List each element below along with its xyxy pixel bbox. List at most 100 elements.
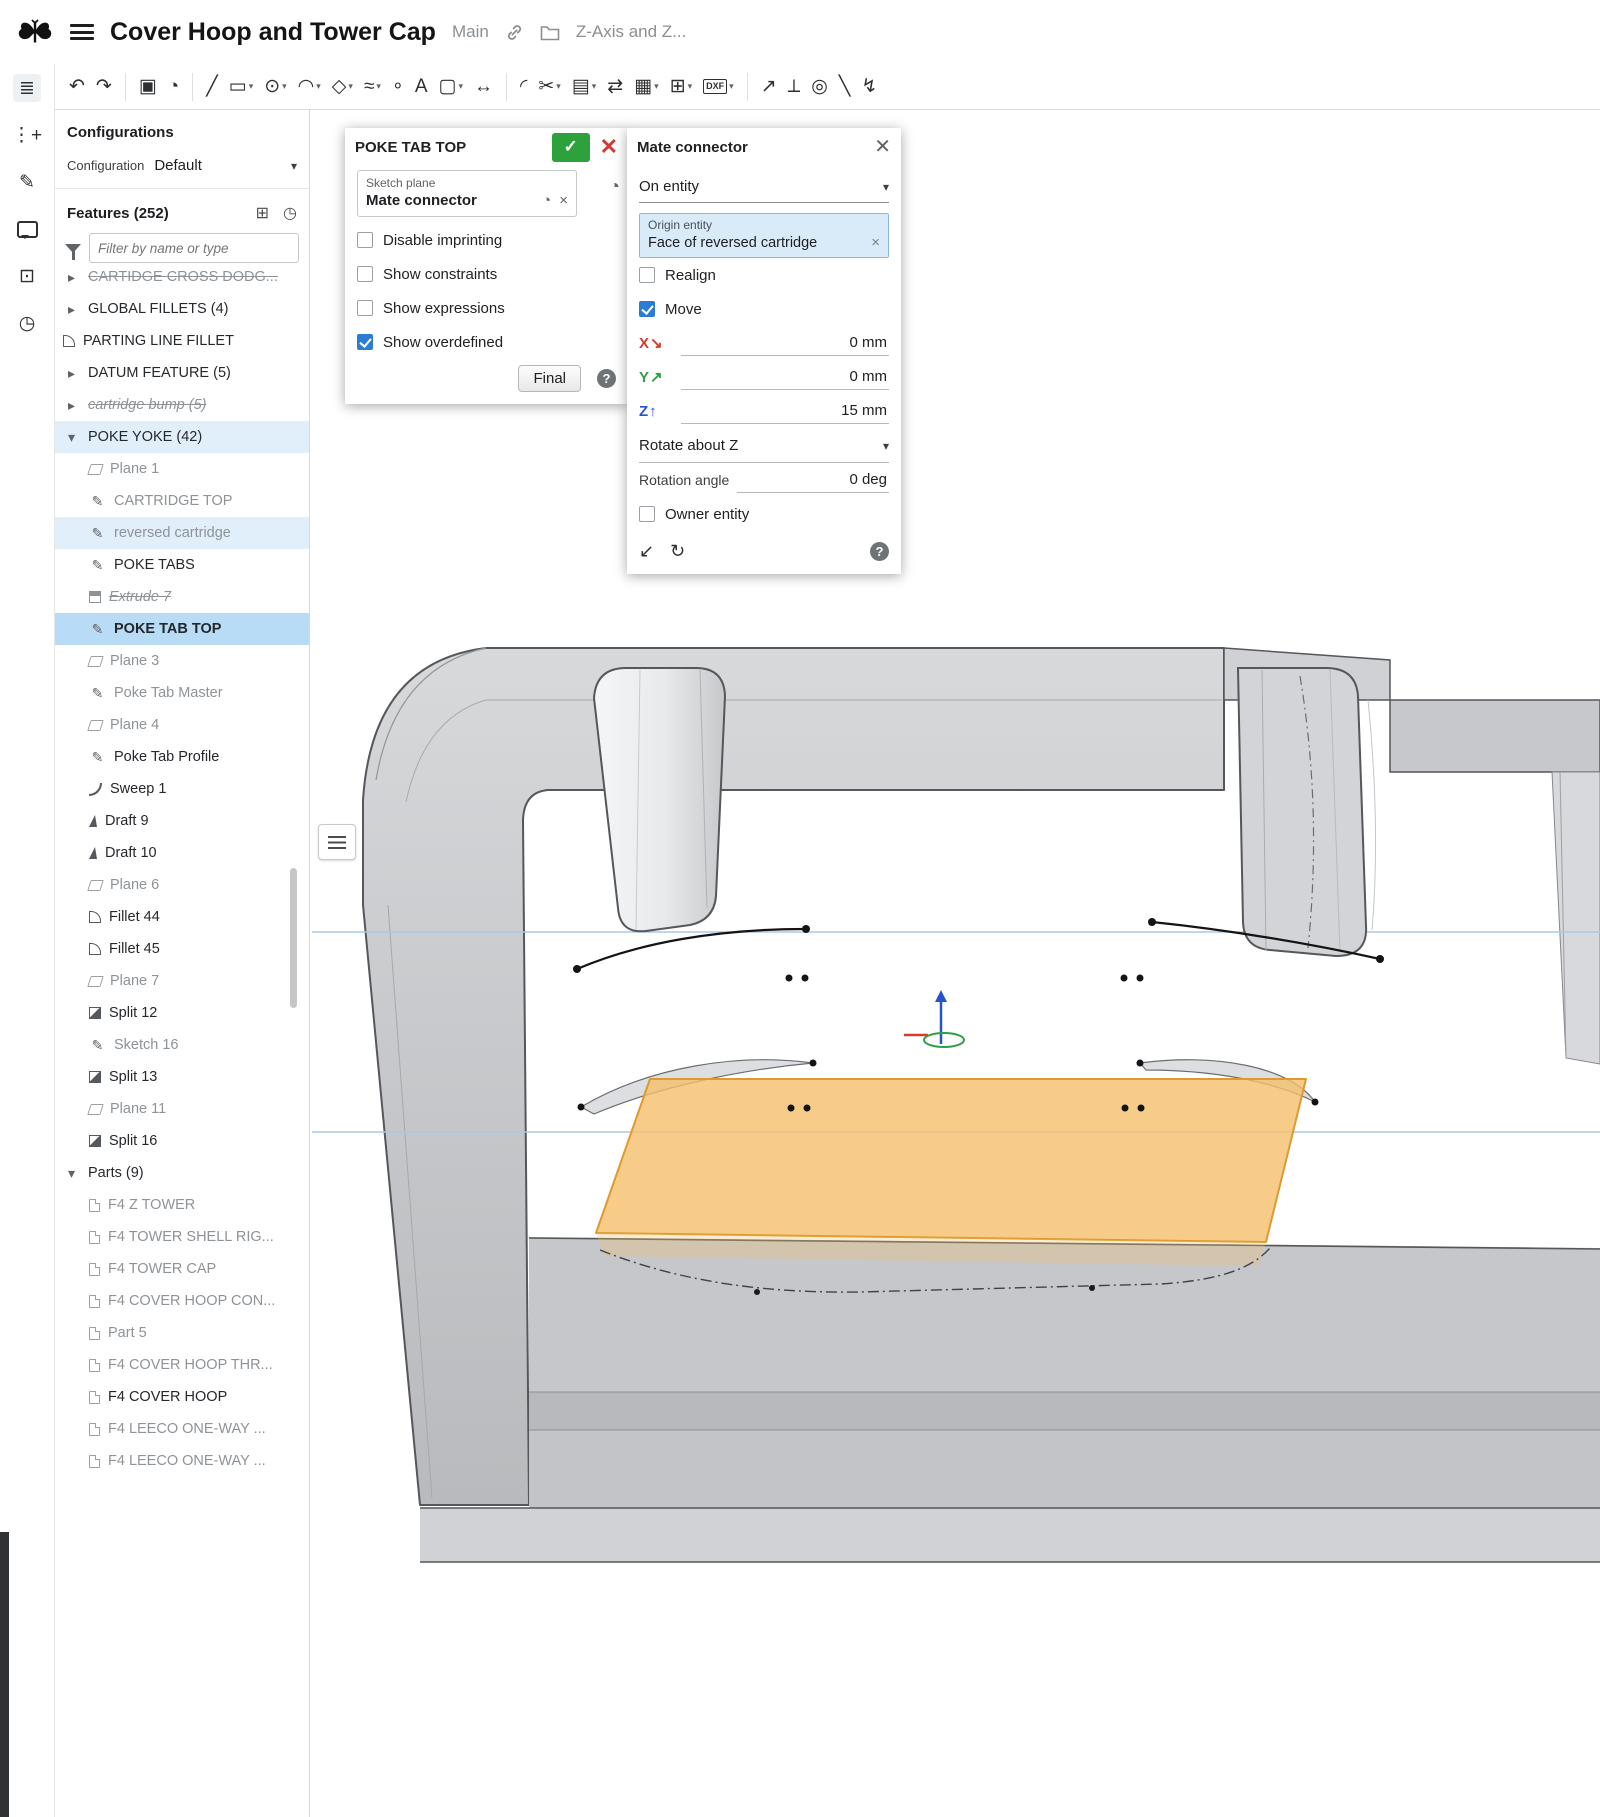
sketch-spline-icon[interactable]: ≈▾ — [360, 74, 385, 99]
left-post[interactable] — [594, 668, 725, 931]
clear-selection-icon[interactable]: × — [559, 192, 568, 209]
checkbox[interactable] — [357, 334, 373, 350]
feature-item[interactable]: Extrude 7 — [55, 581, 309, 613]
feature-item[interactable]: POKE TABS — [55, 549, 309, 581]
part-item[interactable]: F4 TOWER SHELL RIG... — [55, 1221, 309, 1253]
feature-item[interactable]: Split 12 — [55, 997, 309, 1029]
feature-item[interactable]: DATUM FEATURE (5) — [55, 357, 309, 389]
history-icon[interactable]: ◷ — [13, 309, 41, 337]
measure-icon[interactable]: ↗ — [757, 74, 781, 99]
chevron-down-icon[interactable]: ▾ — [592, 81, 597, 92]
rollback-icon[interactable]: ◷ — [283, 203, 297, 223]
feature-item[interactable]: Plane 4 — [55, 709, 309, 741]
mirror-icon[interactable]: ⇄ — [603, 74, 627, 99]
rotate-about-select[interactable]: Rotate about Z — [639, 428, 889, 463]
realign-checkbox-row[interactable]: Realign — [639, 258, 889, 292]
workspace-name[interactable]: Main — [452, 22, 489, 42]
part-item[interactable]: F4 COVER HOOP THR... — [55, 1349, 309, 1381]
help-icon[interactable]: ? — [870, 542, 889, 561]
feature-item[interactable]: Sketch 16 — [55, 1029, 309, 1061]
chevron-down-icon[interactable]: ▾ — [316, 81, 321, 92]
comments-icon[interactable] — [13, 215, 41, 243]
origin-entity-box[interactable]: Origin entity Face of reversed cartridge… — [639, 213, 889, 258]
trim-icon[interactable]: ✂▾ — [534, 74, 564, 99]
inspect-icon[interactable]: ◎ — [807, 74, 832, 99]
feature-item[interactable]: Fillet 45 — [55, 933, 309, 965]
viewport-tree-toggle-button[interactable] — [318, 824, 356, 860]
commit-button[interactable]: ✓ — [552, 133, 590, 162]
feature-item[interactable]: POKE YOKE (42) — [55, 421, 309, 453]
origin-triad[interactable] — [904, 990, 964, 1047]
insert-derived-icon[interactable]: ◔ — [164, 74, 183, 99]
chevron-down-icon[interactable]: ▾ — [376, 81, 381, 92]
redo-icon[interactable]: ↷ — [92, 74, 116, 99]
feature-item[interactable]: CARTRIDGE TOP — [55, 485, 309, 517]
feature-item[interactable]: Plane 3 — [55, 645, 309, 677]
chevron-down-icon[interactable]: ▾ — [654, 81, 659, 92]
feature-item[interactable]: Sweep 1 — [55, 773, 309, 805]
chevron-down-icon[interactable]: ▾ — [729, 81, 734, 92]
copy-icon[interactable]: ▣ — [135, 74, 161, 99]
checkbox-row[interactable]: Show constraints — [357, 257, 616, 291]
sketch-plane-group[interactable]: Sketch plane Mate connector ◔ × — [357, 170, 577, 217]
sketch-point-icon[interactable]: ∘ — [388, 74, 408, 99]
parts-help-icon[interactable]: ⊡ — [13, 262, 41, 290]
feature-item[interactable]: Plane 1 — [55, 453, 309, 485]
part-item[interactable]: F4 TOWER CAP — [55, 1253, 309, 1285]
part-item[interactable]: F4 LEECO ONE-WAY ... — [55, 1413, 309, 1445]
feature-item[interactable]: Plane 11 — [55, 1093, 309, 1125]
dimension-icon[interactable]: ↔ — [470, 74, 497, 99]
close-icon[interactable]: ✕ — [874, 137, 891, 157]
rotation-angle-input[interactable]: 0 deg — [737, 467, 889, 493]
checkbox[interactable] — [357, 266, 373, 282]
checkbox-row[interactable]: Disable imprinting — [357, 223, 616, 257]
x-offset-input[interactable]: 0 mm — [681, 330, 889, 356]
new-folder-icon[interactable]: ⊞ — [256, 203, 269, 223]
section-view-icon[interactable]: ╲ — [835, 74, 854, 99]
realign-checkbox[interactable] — [639, 267, 655, 283]
feature-item[interactable]: PARTING LINE FILLET — [55, 325, 309, 357]
checkbox[interactable] — [357, 300, 373, 316]
feature-item[interactable]: Split 16 — [55, 1125, 309, 1157]
sketch-rectangle-icon[interactable]: ▭▾ — [225, 74, 257, 99]
part-item[interactable]: F4 LEECO ONE-WAY ... — [55, 1445, 309, 1477]
linear-pattern-icon[interactable]: ▦▾ — [630, 74, 662, 99]
chevron-down-icon[interactable]: ▾ — [688, 81, 693, 92]
configuration-select[interactable]: Default — [154, 157, 297, 174]
z-offset-input[interactable]: 15 mm — [681, 398, 889, 424]
bottom-body[interactable] — [420, 1237, 1600, 1562]
sketch-arc-icon[interactable]: ◠▾ — [294, 74, 325, 99]
feature-item[interactable]: POKE TAB TOP — [55, 613, 309, 645]
on-entity-select[interactable]: On entity — [639, 170, 889, 203]
feature-item[interactable]: Fillet 44 — [55, 901, 309, 933]
sketch-slot-icon[interactable]: ▢▾ — [435, 74, 467, 99]
part-item[interactable]: F4 Z TOWER — [55, 1189, 309, 1221]
tab-name[interactable]: Z-Axis and Z... — [576, 22, 687, 42]
appearance-icon[interactable]: ✎ — [13, 168, 41, 196]
y-offset-input[interactable]: 0 mm — [681, 364, 889, 390]
feature-list-icon[interactable]: ≣ — [13, 74, 41, 102]
move-checkbox-row[interactable]: Move — [639, 292, 889, 326]
insert-point-icon[interactable]: ⋮+ — [12, 121, 42, 149]
checkbox-row[interactable]: Show expressions — [357, 291, 616, 325]
filter-input[interactable] — [89, 233, 299, 263]
cancel-button[interactable]: ✕ — [600, 136, 618, 158]
checkbox-row[interactable]: Show overdefined — [357, 325, 616, 359]
offset-icon[interactable]: ▤▾ — [568, 74, 600, 99]
probe-icon[interactable]: ↯ — [857, 74, 881, 99]
chevron-down-icon[interactable]: ▾ — [282, 81, 287, 92]
chevron-down-icon[interactable]: ▾ — [556, 81, 561, 92]
panel-scrollbar[interactable] — [290, 868, 297, 1008]
sketch-circle-icon[interactable]: ⊙▾ — [260, 74, 290, 99]
sketch-polygon-icon[interactable]: ◇▾ — [328, 74, 357, 99]
align-icon[interactable]: ⟂ — [784, 74, 805, 99]
part-item[interactable]: Part 5 — [55, 1317, 309, 1349]
sketch-line-icon[interactable]: ╱ — [202, 74, 221, 99]
sketch-fillet-icon[interactable]: ◜ — [516, 74, 531, 99]
feature-item[interactable]: Poke Tab Profile — [55, 741, 309, 773]
feature-item[interactable]: CARTIDGE CROSS DODG... — [55, 271, 309, 293]
remove-entity-icon[interactable]: × — [871, 234, 880, 251]
part-item[interactable]: F4 COVER HOOP CON... — [55, 1285, 309, 1317]
feature-item[interactable]: Parts (9) — [55, 1157, 309, 1189]
dxf-import-icon[interactable]: DXF▾ — [699, 76, 738, 97]
